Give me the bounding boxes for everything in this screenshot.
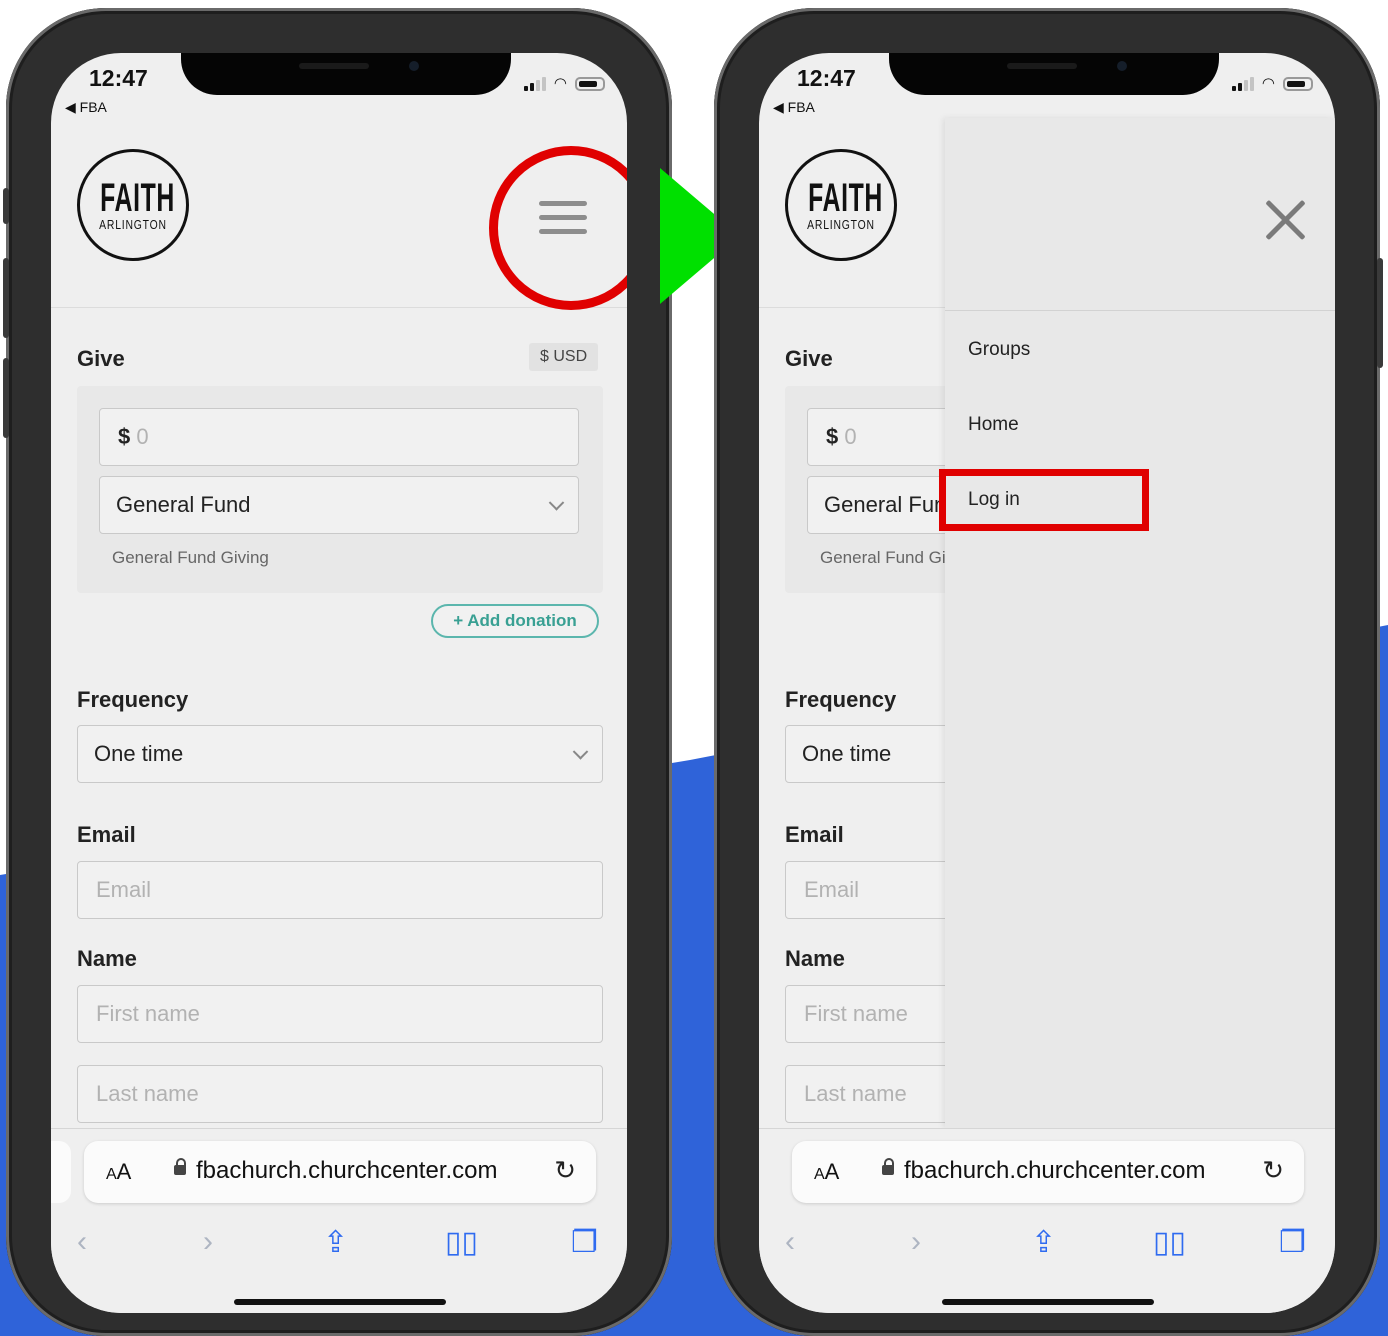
signal-icon [523,77,546,91]
status-time: 12:47 [797,65,856,91]
amount-placeholder: 0 [136,424,149,449]
phone-left: FAITH ARLINGTON 12:47 ◀ FBA ◠ Give $ USD… [3,8,672,1336]
amount-prefix: $ [826,424,839,449]
last-name-field[interactable]: Last name [77,1065,603,1123]
home-indicator [234,1299,446,1305]
screen: FAITH ARLINGTON 12:47 ◀ FBA ◠ Give $ USD… [51,53,627,1313]
battery-icon [1283,77,1313,91]
highlight-circle-annotation [489,146,627,310]
reload-icon[interactable]: ↻ [1262,1155,1284,1186]
safari-bottom-bar: AA fbachurch.churchcenter.com ↻ ‹ › ⇪ ▯▯… [759,1128,1335,1313]
frequency-label: Frequency [785,687,897,712]
drawer-header [945,118,1335,311]
last-name-placeholder: Last name [96,1081,199,1106]
amount-input[interactable]: $ 0 [99,408,579,466]
give-heading: Give [77,346,125,371]
amount-placeholder: 0 [844,424,857,449]
chevron-down-icon [548,495,565,511]
tabs-icon[interactable]: ❐ [571,1225,598,1260]
notch [181,53,511,95]
name-label: Name [77,946,137,971]
reader-text-size-button[interactable]: AA [106,1159,131,1185]
screen: FAITH ARLINGTON Give $ 0 General Fund Ge… [759,53,1335,1313]
bookmarks-icon[interactable]: ▯▯ [1153,1225,1186,1260]
logo-line2: ARLINGTON [807,217,875,232]
notch [889,53,1219,95]
mute-switch [3,188,9,224]
give-heading: Give [785,346,833,371]
email-label: Email [77,822,136,847]
battery-icon [575,77,605,91]
back-to-app-link[interactable]: ◀ FBA [773,99,815,116]
signal-icon [1231,77,1254,91]
email-label: Email [785,822,844,847]
faith-arlington-logo[interactable]: FAITH ARLINGTON [77,149,189,261]
bookmarks-icon[interactable]: ▯▯ [445,1225,478,1260]
lock-icon [882,1158,894,1175]
first-name-placeholder: First name [804,1001,908,1026]
donation-box: $ 0 General Fund General Fund Giving [77,386,603,593]
currency-badge[interactable]: $ USD [529,343,599,371]
frequency-value: One time [94,741,184,766]
close-icon[interactable] [1263,198,1307,242]
url-text: fbachurch.churchcenter.com [904,1157,1206,1184]
email-placeholder: Email [96,877,152,902]
last-name-placeholder: Last name [804,1081,907,1106]
email-placeholder: Email [804,877,860,902]
share-icon[interactable]: ⇪ [1031,1225,1056,1260]
amount-prefix: $ [118,424,131,449]
menu-item-groups[interactable]: Groups [968,339,1030,361]
address-bar[interactable]: AA fbachurch.churchcenter.com ↻ [792,1141,1304,1203]
logo-line1: FAITH [808,176,883,220]
forward-arrow-icon[interactable]: › [203,1225,213,1259]
home-indicator [942,1299,1154,1305]
fund-select[interactable]: General Fund [99,476,579,534]
url-text: fbachurch.churchcenter.com [196,1157,498,1184]
tabs-icon[interactable]: ❐ [1279,1225,1306,1260]
menu-item-home[interactable]: Home [968,414,1019,436]
previous-tab-stub[interactable] [51,1141,71,1203]
logo-line1: FAITH [100,176,175,220]
reader-text-size-button[interactable]: AA [814,1159,839,1185]
status-time: 12:47 [89,65,148,91]
volume-down-button [3,358,9,438]
fund-value: General Fund [116,492,251,517]
phone-right: FAITH ARLINGTON Give $ 0 General Fund Ge… [714,8,1383,1336]
status-icons: ◠ [523,75,605,92]
email-field[interactable]: Email [77,861,603,919]
power-button [1377,258,1383,368]
add-donation-button[interactable]: + Add donation [431,604,599,638]
safari-toolbar: ‹ › ⇪ ▯▯ ❐ [759,1221,1335,1271]
frequency-label: Frequency [77,687,189,712]
navigation-drawer: Groups Home Log in [945,118,1335,1128]
faith-arlington-logo[interactable]: FAITH ARLINGTON [785,149,897,261]
lock-icon [174,1158,186,1175]
name-label: Name [785,946,845,971]
status-icons: ◠ [1231,75,1313,92]
back-to-app-link[interactable]: ◀ FBA [65,99,107,116]
frequency-value: One time [802,741,892,766]
wifi-icon: ◠ [1261,75,1275,92]
fund-description: General Fund Giving [112,548,269,567]
first-name-field[interactable]: First name [77,985,603,1043]
highlight-rectangle-annotation [939,469,1149,531]
wifi-icon: ◠ [553,75,567,92]
reload-icon[interactable]: ↻ [554,1155,576,1186]
forward-arrow-icon[interactable]: › [911,1225,921,1259]
share-icon[interactable]: ⇪ [323,1225,348,1260]
back-arrow-icon[interactable]: ‹ [77,1225,87,1259]
logo-line2: ARLINGTON [99,217,167,232]
first-name-placeholder: First name [96,1001,200,1026]
safari-bottom-bar: AA fbachurch.churchcenter.com ↻ ‹ › ⇪ ▯▯… [51,1128,627,1313]
address-bar[interactable]: AA fbachurch.churchcenter.com ↻ [84,1141,596,1203]
volume-up-button [3,258,9,338]
safari-toolbar: ‹ › ⇪ ▯▯ ❐ [51,1221,627,1271]
chevron-down-icon [572,744,589,760]
back-arrow-icon[interactable]: ‹ [785,1225,795,1259]
frequency-select[interactable]: One time [77,725,603,783]
